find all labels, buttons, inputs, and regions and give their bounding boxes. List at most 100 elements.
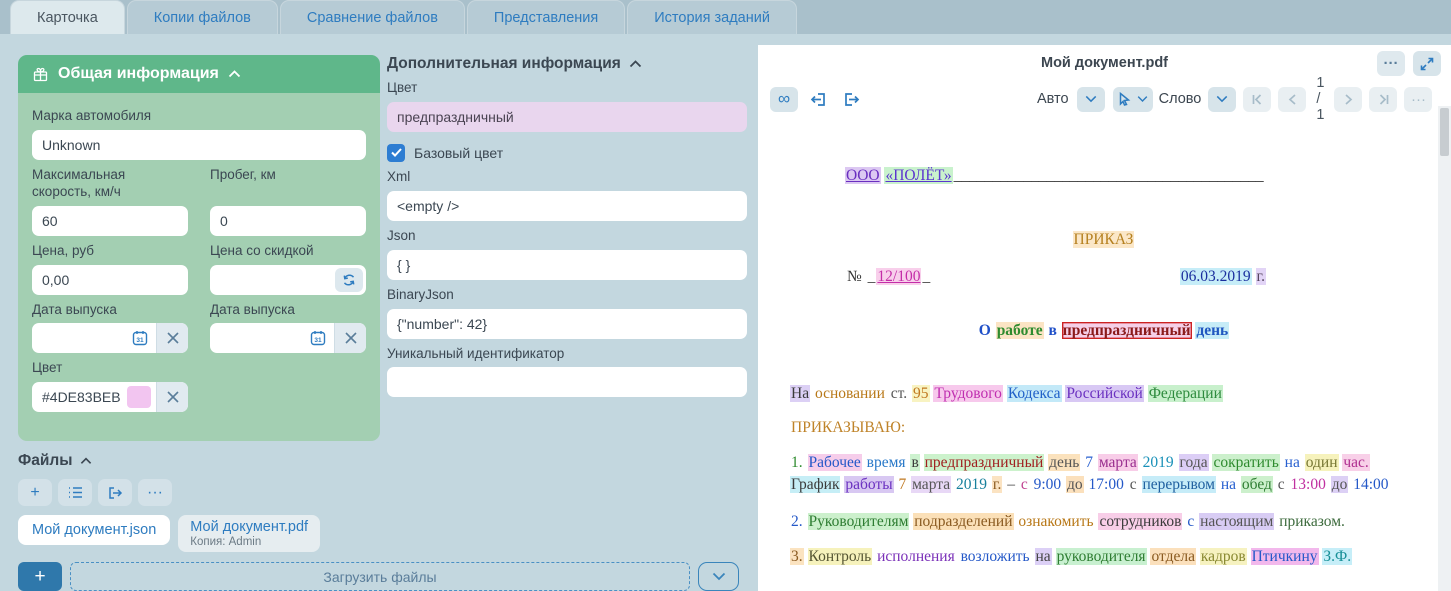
tab-история-заданий[interactable]: История заданий — [627, 0, 797, 34]
page-more-button[interactable]: ··· — [1404, 87, 1432, 112]
pointer-tool-button[interactable] — [1113, 87, 1153, 112]
continuous-scroll-button[interactable]: ∞ — [770, 87, 798, 112]
clear-date-1-button[interactable] — [156, 323, 188, 353]
max-speed-input[interactable] — [32, 206, 188, 236]
viewer-title: Мой документ.pdf — [1041, 55, 1168, 71]
viewer-title-row: Мой документ.pdf ··· — [758, 45, 1451, 81]
base-color-label: Базовый цвет — [414, 145, 503, 161]
last-page-button[interactable] — [1369, 87, 1397, 112]
tab-представления[interactable]: Представления — [467, 0, 625, 34]
additional-info-title: Дополнительная информация — [387, 55, 621, 73]
general-info-panel: Общая информация Марка автомобиля Максим… — [18, 55, 380, 441]
sign-out-icon — [844, 92, 860, 107]
issue-date-2-input[interactable] — [210, 330, 302, 346]
collapse-chevron-icon[interactable] — [80, 457, 92, 465]
fullscreen-button[interactable] — [1413, 51, 1441, 76]
calendar-button-1[interactable]: 31 — [124, 323, 156, 353]
file-chip[interactable]: Мой документ.json — [18, 515, 170, 545]
more-files-button[interactable]: ··· — [138, 479, 172, 506]
doc-word: ________________________________________ — [953, 167, 1265, 184]
prev-page-button[interactable] — [1278, 87, 1306, 112]
tab-сравнение-файлов[interactable]: Сравнение файлов — [280, 0, 465, 34]
issue-date-1-input[interactable] — [32, 330, 124, 346]
upload-options-button[interactable] — [698, 562, 739, 591]
doc-word: График — [790, 476, 840, 493]
doc-word: 2. — [790, 513, 804, 530]
rotate-out-button[interactable] — [838, 87, 866, 112]
search-mode-value: Слово — [1159, 91, 1202, 107]
zoom-select-button[interactable] — [1077, 87, 1105, 112]
doc-word: Контроль — [808, 548, 873, 565]
viewer-more-button[interactable]: ··· — [1377, 51, 1405, 76]
search-mode-button[interactable] — [1208, 87, 1236, 112]
discount-price-input[interactable] — [210, 272, 335, 288]
export-file-button[interactable] — [98, 479, 132, 506]
zoom-value: Авто — [1037, 91, 1069, 107]
next-page-button[interactable] — [1334, 87, 1362, 112]
doc-word: Кодекса — [1007, 385, 1062, 402]
close-icon — [167, 391, 179, 403]
base-color-checkbox[interactable] — [387, 144, 405, 162]
doc-word: руководителя — [1056, 548, 1147, 565]
recalculate-button[interactable] — [335, 268, 363, 292]
doc-word: предпраздничный — [1062, 322, 1192, 339]
files-title: Файлы — [18, 452, 72, 470]
tab-копии-файлов[interactable]: Копии файлов — [127, 0, 278, 34]
refresh-icon — [342, 273, 356, 287]
mileage-input[interactable] — [210, 206, 366, 236]
clear-date-2-button[interactable] — [334, 323, 366, 353]
doc-word: ст. — [890, 385, 908, 402]
calendar-button-2[interactable]: 31 — [302, 323, 334, 353]
binary-json-input[interactable] — [387, 309, 747, 339]
doc-left: № _12/100_ — [845, 266, 932, 288]
doc-word: Рабочее — [808, 454, 862, 471]
doc-word: _ — [921, 268, 931, 285]
issue-date-2-label: Дата выпуска — [210, 302, 366, 319]
color-name-label: Цвет — [387, 80, 747, 97]
doc-word: 3. — [790, 548, 804, 565]
svg-text:31: 31 — [314, 337, 322, 344]
doc-word: 13:00 — [1290, 476, 1327, 493]
additional-info-header[interactable]: Дополнительная информация — [387, 55, 747, 73]
upload-dropzone[interactable]: Загрузить файлы — [70, 562, 690, 591]
rotate-in-button[interactable] — [804, 87, 832, 112]
first-page-button[interactable] — [1243, 87, 1271, 112]
doc-word: с — [1277, 476, 1286, 493]
price-input[interactable] — [32, 265, 188, 295]
uid-input[interactable] — [387, 367, 747, 397]
color-swatch[interactable] — [127, 386, 151, 408]
scrollbar-thumb[interactable] — [1440, 108, 1449, 156]
file-list-button[interactable] — [58, 479, 92, 506]
doc-word: марта — [911, 476, 951, 493]
general-info-header[interactable]: Общая информация — [18, 55, 380, 93]
doc-word: настоящим — [1199, 513, 1274, 530]
xml-label: Xml — [387, 169, 747, 186]
issue-date-1-label: Дата выпуска — [32, 302, 188, 319]
gift-icon — [32, 66, 49, 83]
additional-info-panel: Дополнительная информация Цвет предпразд… — [387, 55, 747, 397]
chevron-right-icon — [1344, 94, 1353, 105]
upload-plus-button[interactable]: + — [18, 562, 62, 591]
price-label: Цена, руб — [32, 243, 188, 260]
doc-word: ПРИКАЗ — [1073, 231, 1135, 248]
collapse-chevron-icon[interactable] — [228, 70, 241, 78]
document-scrollbar[interactable] — [1438, 106, 1451, 591]
color-input[interactable] — [32, 389, 127, 405]
issue-date-1-field: 31 — [32, 323, 188, 353]
color-name-field[interactable]: предпраздничный — [387, 102, 747, 132]
json-input[interactable] — [387, 250, 747, 280]
chevron-down-icon — [1137, 95, 1148, 103]
color-label: Цвет — [32, 360, 188, 377]
tab-карточка[interactable]: Карточка — [10, 0, 125, 34]
clear-color-button[interactable] — [156, 382, 188, 412]
add-file-button[interactable]: + — [18, 479, 52, 506]
doc-word: с — [1129, 476, 1138, 493]
xml-input[interactable] — [387, 191, 747, 221]
files-header[interactable]: Файлы — [18, 452, 748, 470]
doc-paragraph: 2. Руководителям подразделений ознакомит… — [790, 511, 1417, 533]
last-page-icon — [1378, 94, 1389, 105]
expand-icon — [1420, 57, 1434, 71]
collapse-chevron-icon[interactable] — [629, 60, 642, 68]
brand-input[interactable] — [32, 130, 366, 160]
file-chip[interactable]: Мой документ.pdfКопия: Admin — [178, 515, 320, 552]
